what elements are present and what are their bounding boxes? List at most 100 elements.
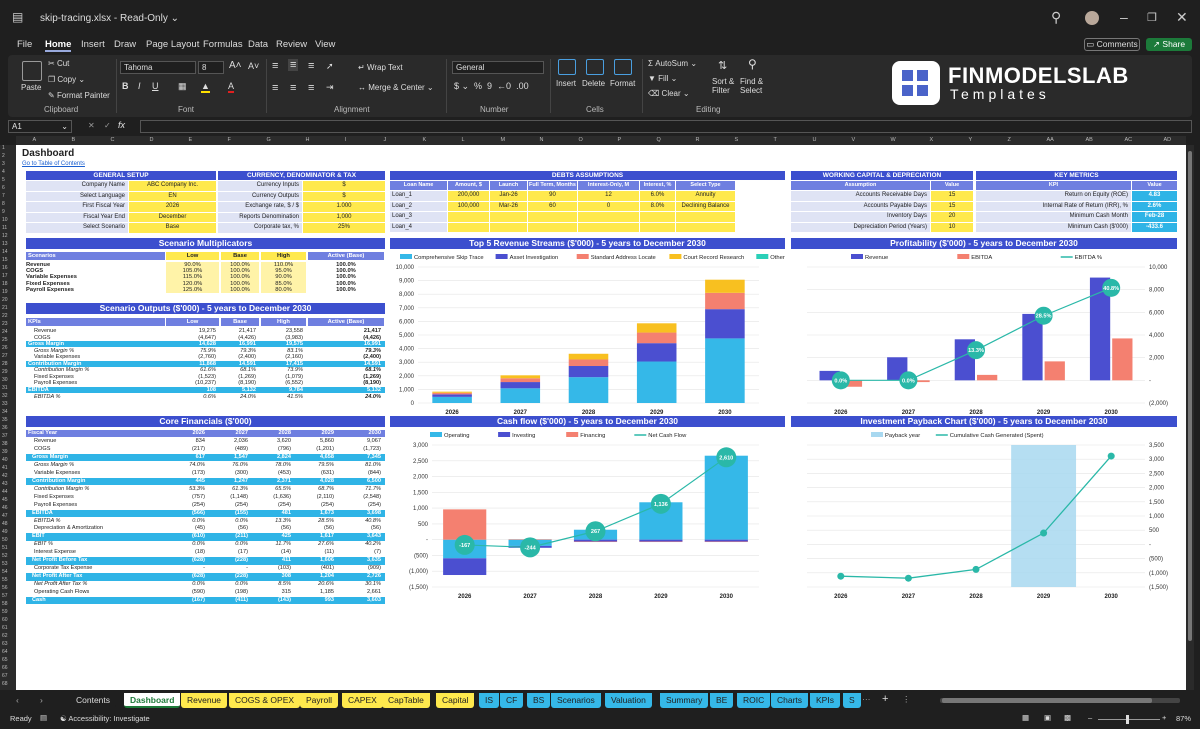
paste-icon[interactable] — [22, 61, 42, 81]
row-header[interactable]: 39 — [2, 449, 8, 455]
column-header[interactable]: C — [111, 137, 115, 143]
align-right-icon[interactable]: ≡ — [308, 82, 314, 94]
zoom-out-icon[interactable]: – — [1088, 713, 1092, 722]
column-header[interactable]: B — [72, 137, 76, 143]
format-button[interactable]: Format — [610, 79, 635, 88]
avatar[interactable] — [1085, 11, 1099, 25]
menu-formulas[interactable]: Formulas — [203, 39, 243, 50]
add-sheet-icon[interactable]: + — [882, 693, 888, 705]
row-header[interactable]: 28 — [2, 361, 8, 367]
row-header[interactable]: 51 — [2, 545, 8, 551]
column-header[interactable]: U — [813, 137, 817, 143]
vertical-scrollbar[interactable] — [1186, 145, 1194, 690]
decrease-font-icon[interactable]: A˅ — [248, 61, 259, 71]
cancel-icon[interactable]: ✕ — [88, 121, 95, 130]
align-top-icon[interactable]: ≡ — [272, 60, 278, 72]
clear-button[interactable]: ⌫ Clear ⌄ — [648, 89, 690, 98]
row-header[interactable]: 21 — [2, 305, 8, 311]
sheet-tab-be[interactable]: BE — [710, 693, 734, 708]
row-header[interactable]: 12 — [2, 233, 8, 239]
row-header[interactable]: 68 — [2, 681, 8, 687]
row-header[interactable]: 16 — [2, 265, 8, 271]
horizontal-scrollbar[interactable] — [940, 698, 1180, 703]
row-header[interactable]: 52 — [2, 553, 8, 559]
column-header[interactable]: H — [306, 137, 310, 143]
row-header[interactable]: 24 — [2, 329, 8, 335]
font-size-select[interactable]: 8 — [198, 61, 224, 74]
autosum-button[interactable]: Σ AutoSum ⌄ — [648, 59, 697, 68]
row-header[interactable]: 1 — [2, 145, 5, 151]
find-select-button[interactable]: Find & Select — [740, 77, 770, 95]
row-header[interactable]: 27 — [2, 353, 8, 359]
row-header[interactable]: 26 — [2, 345, 8, 351]
wrap-text-button[interactable]: ↵ Wrap Text — [358, 63, 403, 72]
row-header[interactable]: 59 — [2, 609, 8, 615]
accessibility-status[interactable]: ☯ Accessibility: Investigate — [60, 714, 150, 723]
merge-center-button[interactable]: ↔ Merge & Center ⌄ — [358, 83, 434, 92]
row-header[interactable]: 58 — [2, 601, 8, 607]
column-header[interactable]: R — [696, 137, 700, 143]
sheet-tab-cf[interactable]: CF — [500, 693, 524, 708]
comments-button[interactable]: ▭ Comments — [1084, 38, 1140, 51]
save-icon[interactable]: ▤ — [12, 10, 23, 24]
minimize-icon[interactable]: – — [1120, 9, 1128, 25]
row-header[interactable]: 36 — [2, 425, 8, 431]
sheet-tab-capex[interactable]: CAPEX — [342, 693, 383, 708]
column-header[interactable]: AA — [1047, 137, 1054, 143]
column-header[interactable]: J — [384, 137, 387, 143]
row-header[interactable]: 45 — [2, 497, 8, 503]
row-header[interactable]: 56 — [2, 585, 8, 591]
row-header[interactable]: 22 — [2, 313, 8, 319]
column-header[interactable]: W — [891, 137, 896, 143]
sheet-tab-dashboard[interactable]: Dashboard — [124, 693, 181, 708]
row-header[interactable]: 63 — [2, 641, 8, 647]
page-break-icon[interactable]: ▩ — [1064, 713, 1071, 722]
row-header[interactable]: 13 — [2, 241, 8, 247]
normal-view-icon[interactable]: ▦ — [1022, 713, 1029, 722]
row-header[interactable]: 9 — [2, 209, 5, 215]
row-header[interactable]: 53 — [2, 561, 8, 567]
menu-draw[interactable]: Draw — [114, 39, 136, 50]
menu-review[interactable]: Review — [276, 39, 307, 50]
row-header[interactable]: 60 — [2, 617, 8, 623]
align-center-icon[interactable]: ≡ — [290, 82, 296, 94]
macro-icon[interactable]: ▤ — [40, 713, 47, 722]
sheet-tab-is[interactable]: IS — [479, 693, 500, 708]
sheet-tab-capital[interactable]: Capital — [436, 693, 475, 708]
row-header[interactable]: 42 — [2, 473, 8, 479]
row-header[interactable]: 18 — [2, 281, 8, 287]
column-header[interactable]: Y — [969, 137, 973, 143]
row-header[interactable]: 15 — [2, 257, 8, 263]
share-button[interactable]: ↗ Share — [1146, 38, 1192, 51]
align-left-icon[interactable]: ≡ — [272, 82, 278, 94]
column-header[interactable]: L — [462, 137, 465, 143]
sheet-tab-charts[interactable]: Charts — [771, 693, 809, 708]
column-header[interactable]: T — [774, 137, 777, 143]
enter-icon[interactable]: ✓ — [104, 121, 111, 130]
row-header[interactable]: 38 — [2, 441, 8, 447]
row-header[interactable]: 6 — [2, 185, 5, 191]
menu-insert[interactable]: Insert — [81, 39, 105, 50]
format-painter-button[interactable]: ✎ Format Painter — [48, 91, 110, 100]
zoom-level[interactable]: 87% — [1176, 714, 1191, 723]
tab-scroll-left-icon[interactable]: ‹ — [16, 695, 19, 705]
row-header[interactable]: 41 — [2, 465, 8, 471]
row-header[interactable]: 34 — [2, 409, 8, 415]
search-icon[interactable]: ⚲ — [1051, 9, 1061, 26]
zoom-thumb[interactable] — [1126, 715, 1129, 724]
menu-page-layout[interactable]: Page Layout — [146, 39, 199, 50]
italic-icon[interactable]: I — [138, 81, 141, 91]
row-header[interactable]: 11 — [2, 225, 7, 231]
sheet-tab-captable[interactable]: CapTable — [382, 693, 430, 708]
page-layout-icon[interactable]: ▣ — [1044, 713, 1051, 722]
indent-icon[interactable]: ⇥ — [326, 82, 334, 93]
sheet-tab-contents[interactable]: Contents — [70, 693, 117, 708]
increase-font-icon[interactable]: A˄ — [229, 60, 242, 71]
column-header[interactable]: E — [189, 137, 193, 143]
column-header[interactable]: AC — [1125, 137, 1133, 143]
zoom-slider[interactable] — [1098, 715, 1160, 724]
column-header[interactable]: Q — [657, 137, 661, 143]
column-header[interactable]: N — [540, 137, 544, 143]
row-header[interactable]: 64 — [2, 649, 8, 655]
column-header[interactable]: AD — [1164, 137, 1172, 143]
